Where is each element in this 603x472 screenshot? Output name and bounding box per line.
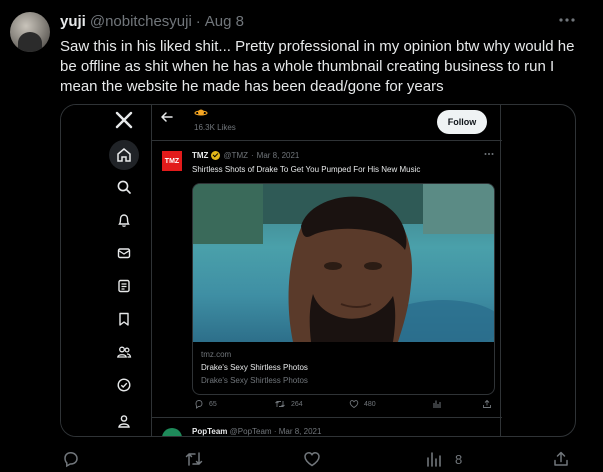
- repost-icon: [275, 400, 285, 408]
- reply-action[interactable]: 65: [194, 399, 217, 409]
- mail-icon[interactable]: [114, 243, 134, 263]
- tmz-avatar[interactable]: TMZ: [162, 151, 182, 171]
- tmz-name[interactable]: TMZ: [192, 151, 208, 160]
- views-action[interactable]: [432, 399, 442, 409]
- verified-icon[interactable]: [114, 375, 134, 395]
- heart-icon: [304, 451, 320, 467]
- bell-icon[interactable]: [114, 210, 134, 230]
- inner-topbar: 16.3K Likes Follow: [152, 105, 502, 141]
- next-post[interactable]: PopTeam @PopTeam · Mar 8, 2021: [152, 418, 502, 436]
- repost-button[interactable]: [184, 450, 204, 468]
- separator: ·: [195, 13, 201, 30]
- verified-badge-icon: [211, 151, 221, 160]
- share-button[interactable]: [552, 450, 570, 468]
- link-card[interactable]: tmz.com Drake's Sexy Shirtless Photos Dr…: [192, 183, 495, 395]
- inner-timeline: 16.3K Likes Follow TMZ TMZ @TMZ · Mar 8,…: [151, 105, 502, 436]
- tmz-handle[interactable]: @TMZ: [223, 151, 248, 160]
- planet-emoji-icon: [194, 105, 208, 116]
- home-icon[interactable]: [109, 140, 139, 170]
- repost-count: 264: [291, 400, 303, 408]
- tweet-header: yuji @nobitchesyuji · Aug 8: [60, 13, 244, 30]
- like-button[interactable]: [303, 450, 321, 468]
- handle[interactable]: @nobitchesyuji: [90, 13, 192, 30]
- share-icon: [483, 399, 491, 408]
- attached-screenshot[interactable]: 16.3K Likes Follow TMZ TMZ @TMZ · Mar 8,…: [60, 104, 576, 437]
- next-post-avatar[interactable]: [162, 428, 182, 436]
- tmz-post[interactable]: TMZ TMZ @TMZ · Mar 8, 2021 Shirtless Sho…: [152, 141, 502, 418]
- next-post-name[interactable]: PopTeam: [192, 427, 227, 436]
- heart-icon: [349, 400, 359, 409]
- like-count: 480: [364, 400, 376, 408]
- tmz-date[interactable]: Mar 8, 2021: [257, 151, 300, 160]
- reply-button[interactable]: [62, 450, 80, 468]
- search-icon[interactable]: [114, 177, 134, 197]
- list-icon[interactable]: [114, 276, 134, 296]
- views-count: 8: [455, 451, 463, 467]
- repost-action[interactable]: 264: [274, 399, 303, 409]
- reply-icon: [195, 400, 203, 409]
- people-icon[interactable]: [114, 342, 134, 362]
- tmz-post-text: Shirtless Shots of Drake To Get You Pump…: [192, 165, 421, 174]
- follow-button[interactable]: Follow: [437, 110, 487, 134]
- inner-sidebar: [61, 105, 151, 436]
- card-title[interactable]: Drake's Sexy Shirtless Photos: [201, 363, 308, 372]
- reply-count: 65: [209, 400, 217, 408]
- separator: ·: [273, 427, 277, 436]
- likes-count: 16.3K Likes: [194, 123, 236, 132]
- back-arrow-icon[interactable]: [160, 110, 174, 129]
- next-post-handle[interactable]: @PopTeam: [230, 427, 272, 436]
- next-post-date[interactable]: Mar 8, 2021: [279, 427, 322, 436]
- analytics-icon: [433, 400, 441, 408]
- repost-icon: [185, 452, 203, 466]
- card-description: Drake's Sexy Shirtless Photos: [201, 376, 308, 385]
- tmz-post-header: TMZ @TMZ · Mar 8, 2021: [192, 151, 299, 160]
- separator: ·: [251, 151, 254, 160]
- next-post-header: PopTeam @PopTeam · Mar 8, 2021: [192, 427, 321, 436]
- profile-icon[interactable]: [114, 411, 134, 431]
- more-horizontal-icon[interactable]: [484, 149, 494, 159]
- like-action[interactable]: 480: [349, 399, 376, 409]
- tweet-date[interactable]: Aug 8: [205, 13, 244, 30]
- tweet: yuji @nobitchesyuji · Aug 8 Saw this in …: [0, 0, 603, 472]
- share-icon: [554, 451, 568, 466]
- tmz-post-actions: 65 264 480: [192, 399, 492, 413]
- share-action[interactable]: [482, 399, 492, 409]
- display-name[interactable]: yuji: [60, 13, 86, 30]
- more-horizontal-icon[interactable]: [558, 12, 578, 28]
- analytics-icon: [427, 452, 441, 467]
- views-button[interactable]: 8: [425, 450, 462, 468]
- avatar[interactable]: [10, 12, 50, 52]
- tweet-actions: 8: [60, 445, 580, 471]
- reply-icon: [64, 452, 78, 468]
- tweet-text: Saw this in his liked shit... Pretty pro…: [60, 38, 575, 95]
- bookmark-icon[interactable]: [114, 309, 134, 329]
- card-domain[interactable]: tmz.com: [201, 350, 231, 359]
- x-logo-icon[interactable]: [114, 110, 134, 130]
- card-image: [193, 184, 494, 342]
